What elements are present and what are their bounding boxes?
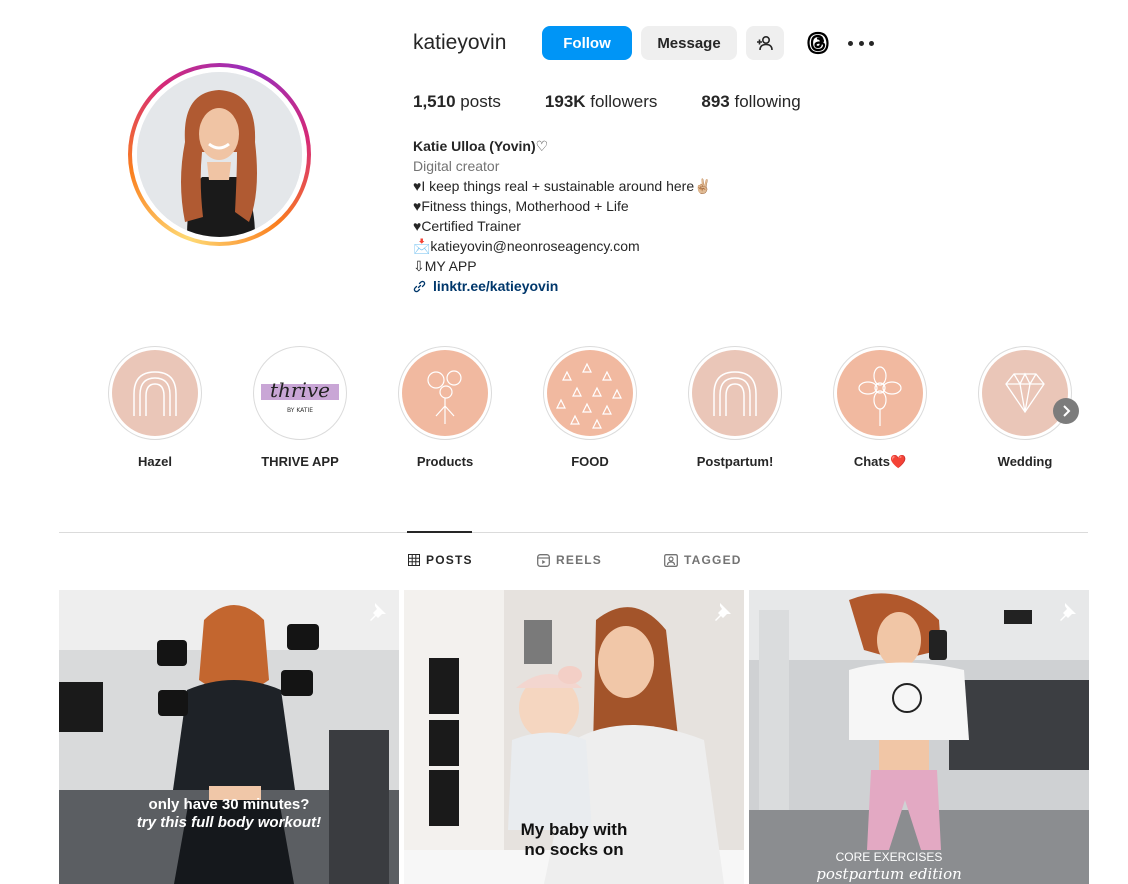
pinned-post-icon <box>715 603 731 621</box>
more-options-icon[interactable] <box>848 33 874 53</box>
profile-avatar-ring[interactable] <box>128 63 311 246</box>
profile-avatar[interactable] <box>137 72 302 237</box>
message-button[interactable]: Message <box>641 26 737 60</box>
active-tab-indicator <box>407 531 472 533</box>
tab-label: TAGGED <box>684 553 742 567</box>
post-caption: CORE EXERCISES <box>835 850 943 864</box>
tab-label: POSTS <box>426 553 473 567</box>
diamond-icon <box>1005 372 1045 414</box>
tabs-divider <box>59 532 1088 533</box>
highlight-cover <box>398 346 492 440</box>
triangle-pattern-icon <box>556 362 622 429</box>
post-thumbnail[interactable]: only have 30 minutes? try this full body… <box>59 590 399 884</box>
tab-label: REELS <box>556 553 603 567</box>
highlight-item[interactable]: Postpartum! <box>675 346 795 469</box>
add-user-icon <box>757 35 773 51</box>
tab-tagged[interactable]: TAGGED <box>664 553 742 567</box>
highlight-item[interactable]: Chats❤️ <box>820 346 940 470</box>
profile-username: katieyovin <box>413 31 507 54</box>
floral-icon <box>858 366 902 426</box>
bio-line: ♥Fitness things, Motherhood + Life <box>413 198 629 214</box>
post-caption: no socks on <box>524 840 624 859</box>
avatar-photo <box>137 72 302 237</box>
suggested-users-button[interactable] <box>746 26 784 60</box>
rainbow-icon <box>713 371 757 416</box>
highlight-label: FOOD <box>571 454 609 469</box>
highlight-item[interactable]: thrive BY KATIE THRIVE APP <box>240 346 360 469</box>
bio-external-link[interactable]: linktr.ee/katieyovin <box>433 276 558 296</box>
highlight-cover <box>833 346 927 440</box>
bio-line: ♥I keep things real + sustainable around… <box>413 178 712 194</box>
post-caption: only have 30 minutes? <box>148 796 310 813</box>
post-caption: try this full body workout! <box>136 814 322 831</box>
post-thumbnail[interactable]: My baby with no socks on <box>404 590 744 884</box>
thrive-sub: BY KATIE <box>287 407 313 414</box>
following-stat[interactable]: 893 following <box>701 92 800 112</box>
follow-button[interactable]: Follow <box>542 26 632 60</box>
tab-reels[interactable]: REELS <box>537 553 602 567</box>
flower-bouquet-icon <box>427 370 462 424</box>
highlight-item[interactable]: FOOD <box>530 346 650 469</box>
highlight-label: Wedding <box>997 454 1053 469</box>
highlight-label: Hazel <box>138 454 172 469</box>
highlight-cover <box>108 346 202 440</box>
followers-stat[interactable]: 193K followers <box>545 92 657 112</box>
post-caption: postpartum edition <box>816 865 962 883</box>
pinned-post-icon <box>370 603 386 621</box>
profile-stats: 1,510 posts 193K followers 893 following <box>413 92 845 112</box>
highlight-cover <box>688 346 782 440</box>
profile-fullname: Katie Ulloa (Yovin)♡ <box>413 138 549 154</box>
tab-posts[interactable]: POSTS <box>408 553 473 567</box>
highlight-label: Postpartum! <box>696 454 774 469</box>
tagged-user-icon <box>664 553 678 567</box>
chevron-right-icon <box>1063 405 1071 417</box>
link-icon <box>413 280 426 292</box>
profile-bio: Katie Ulloa (Yovin)♡ Digital creator ♥I … <box>413 136 712 296</box>
highlight-cover: thrive BY KATIE <box>253 346 347 440</box>
profile-category: Digital creator <box>413 158 500 174</box>
post-image <box>749 590 1089 884</box>
threads-icon[interactable] <box>805 30 831 56</box>
bio-line: ♥Certified Trainer <box>413 218 521 234</box>
highlight-label: Products <box>416 454 474 469</box>
posts-stat: 1,510 posts <box>413 92 501 111</box>
rainbow-icon <box>133 371 177 416</box>
post-image <box>59 590 399 884</box>
pinned-post-icon <box>1060 603 1076 621</box>
post-caption: My baby with <box>520 820 628 839</box>
thrive-script: thrive <box>270 378 330 402</box>
grid-icon <box>408 554 420 566</box>
bio-email: 📩katieyovin@neonroseagency.com <box>413 238 640 254</box>
highlight-label: THRIVE APP <box>261 454 339 469</box>
post-thumbnail[interactable]: CORE EXERCISES postpartum edition <box>749 590 1089 884</box>
bio-link-row[interactable]: linktr.ee/katieyovin <box>413 276 712 296</box>
avatar-gap <box>132 67 307 242</box>
reels-icon <box>537 553 550 567</box>
highlight-label: Chats❤️ <box>853 454 907 469</box>
bio-line: ⇩MY APP <box>413 258 477 274</box>
thrive-logo-icon: thrive BY KATIE <box>261 378 339 414</box>
highlight-cover <box>543 346 637 440</box>
highlight-item[interactable]: Products <box>385 346 505 469</box>
highlights-next-button[interactable] <box>1053 398 1079 424</box>
highlight-item[interactable]: Hazel <box>95 346 215 469</box>
highlight-cover <box>978 346 1072 440</box>
